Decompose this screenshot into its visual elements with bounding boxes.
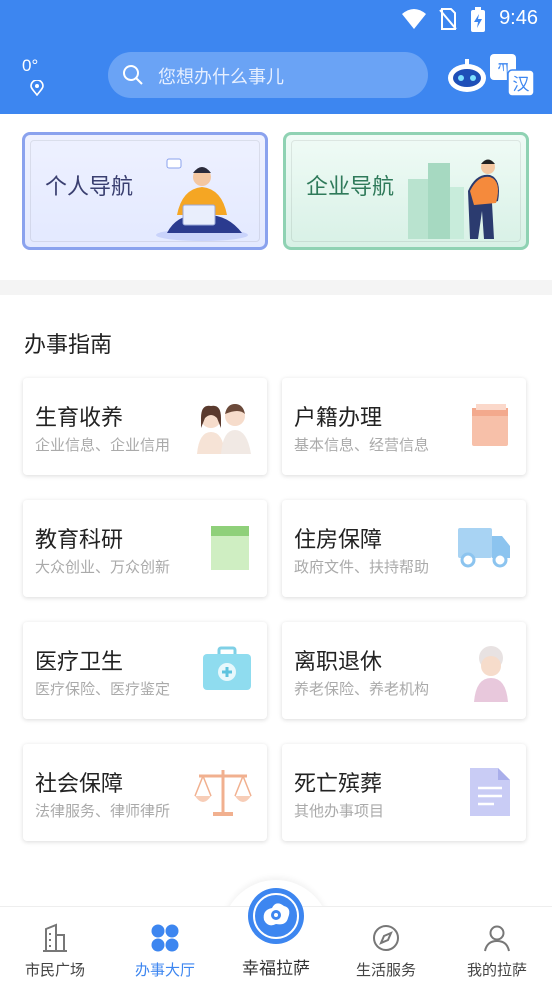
personal-navigation-label: 个人导航 <box>45 175 134 200</box>
service-title: 教育科研 <box>35 528 124 553</box>
tab-label: 我的拉萨 <box>466 961 527 979</box>
service-subtitle: 养老保险、养老机构 <box>294 680 430 698</box>
search-bar[interactable]: 您想办什么事儿 <box>108 52 428 98</box>
tab-life-services[interactable]: 生活服务 <box>331 907 441 983</box>
compass-icon <box>373 925 399 951</box>
businessman-building-illustration <box>408 159 499 239</box>
truck-icon <box>458 528 510 568</box>
service-subtitle: 其他办事项目 <box>294 802 385 820</box>
search-placeholder: 您想办什么事儿 <box>158 67 284 88</box>
service-subtitle: 大众创业、万众创新 <box>35 558 171 576</box>
service-item-household-registration[interactable]: 户籍办理 基本信息、经营信息 <box>282 378 526 475</box>
section-title: 办事指南 <box>24 333 113 358</box>
service-subtitle: 医疗保险、医疗鉴定 <box>35 680 171 698</box>
robot-assistant-icon[interactable] <box>446 58 488 94</box>
family-icon <box>197 404 251 454</box>
service-subtitle: 法律服务、律师律所 <box>35 802 171 820</box>
elderly-person-icon <box>474 646 508 702</box>
grid-icon <box>151 924 179 952</box>
center-tab-label: 幸福拉萨 <box>242 959 310 979</box>
service-guide-section: 办事指南 生育收养 企业信息、企业信用 户籍办理 基本信息、经营信息 教育科研 … <box>0 295 552 910</box>
service-title: 死亡殡葬 <box>294 772 383 797</box>
medical-kit-icon <box>203 646 251 690</box>
tab-label: 办事大厅 <box>134 961 195 979</box>
book-icon <box>211 526 249 570</box>
building-icon <box>43 923 67 952</box>
service-subtitle: 企业信息、企业信用 <box>35 436 171 454</box>
personal-navigation-card[interactable]: 个人导航 <box>22 132 268 250</box>
service-item-birth-adoption[interactable]: 生育收养 企业信息、企业信用 <box>23 378 267 475</box>
scales-icon <box>194 770 252 816</box>
company-navigation-label: 企业导航 <box>306 175 395 200</box>
tab-citizen-square[interactable]: 市民广场 <box>0 907 110 983</box>
tab-my-lhasa[interactable]: 我的拉萨 <box>442 907 552 983</box>
translate-icon[interactable]: ཀ 汉 <box>488 52 536 98</box>
tab-service-hall[interactable]: 办事大厅 <box>110 907 220 983</box>
service-title: 社会保障 <box>35 772 124 797</box>
top-bar: 0° 您想办什么事儿 ཀ 汉 <box>0 40 552 114</box>
service-title: 住房保障 <box>294 528 383 553</box>
booklet-icon <box>472 404 508 446</box>
no-sim-icon <box>439 8 457 30</box>
service-subtitle: 政府文件、扶持帮助 <box>294 558 430 576</box>
user-icon <box>484 925 510 952</box>
person-laptop-illustration <box>156 158 248 241</box>
battery-charging-icon <box>471 7 485 32</box>
tab-label: 市民广场 <box>24 961 85 979</box>
location-icon[interactable] <box>30 80 44 96</box>
search-icon <box>123 65 143 85</box>
status-time: 9:46 <box>499 7 538 29</box>
service-title: 离职退休 <box>294 650 383 675</box>
service-item-medical-health[interactable]: 医疗卫生 医疗保险、医疗鉴定 <box>23 622 267 719</box>
company-navigation-card[interactable]: 企业导航 <box>283 132 529 250</box>
navigation-cards: 个人导航 企业导航 <box>0 114 552 280</box>
weather-temperature[interactable]: 0° <box>22 56 38 76</box>
tab-label: 生活服务 <box>355 961 416 979</box>
wifi-icon <box>402 9 426 29</box>
service-item-retirement[interactable]: 离职退休 养老保险、养老机构 <box>282 622 526 719</box>
document-icon <box>470 768 510 816</box>
service-title: 生育收养 <box>35 406 124 431</box>
service-subtitle: 基本信息、经营信息 <box>294 436 430 454</box>
service-title: 医疗卫生 <box>35 650 124 675</box>
service-item-housing-security[interactable]: 住房保障 政府文件、扶持帮助 <box>282 500 526 597</box>
service-item-education-research[interactable]: 教育科研 大众创业、万众创新 <box>23 500 267 597</box>
app-root: 9:46 0° 您想办什么事儿 ཀ 汉 个人导航 企业导航 办事指南 生育收养 … <box>0 0 552 983</box>
service-title: 户籍办理 <box>294 406 383 431</box>
tab-happy-lhasa-button[interactable] <box>248 888 304 944</box>
status-bar: 9:46 <box>0 0 552 40</box>
header: 9:46 0° 您想办什么事儿 ཀ 汉 <box>0 0 552 114</box>
auspicious-cloud-icon <box>253 893 299 939</box>
service-item-social-security[interactable]: 社会保障 法律服务、律师律所 <box>23 744 267 841</box>
svg-text:汉: 汉 <box>513 75 530 95</box>
service-item-funeral[interactable]: 死亡殡葬 其他办事项目 <box>282 744 526 841</box>
